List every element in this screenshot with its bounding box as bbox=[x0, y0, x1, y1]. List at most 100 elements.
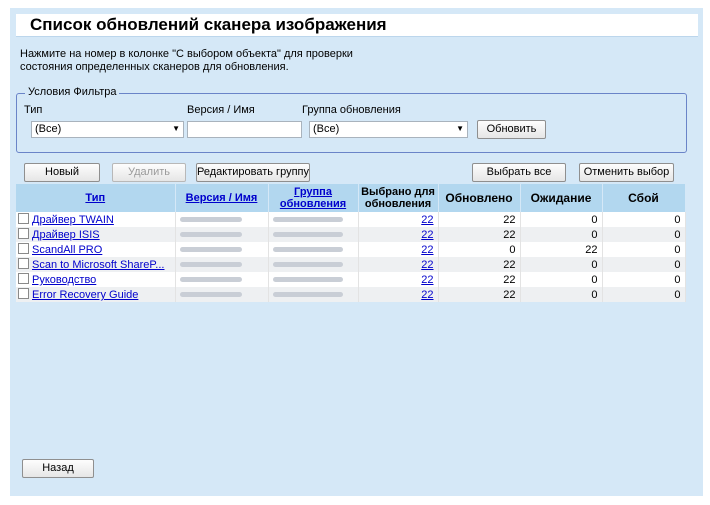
table-row: Scan to Microsoft ShareP... 22 22 0 0 bbox=[16, 257, 686, 272]
updated-cell: 0 bbox=[438, 242, 521, 257]
table-row: ScandAll PRO 22 0 22 0 bbox=[16, 242, 686, 257]
row-checkbox[interactable] bbox=[18, 243, 29, 254]
row-checkbox[interactable] bbox=[18, 273, 29, 284]
filter-group-label: Группа обновления bbox=[302, 104, 401, 116]
type-select[interactable]: (Все) ▼ bbox=[31, 121, 184, 138]
table-row: Error Recovery Guide 22 22 0 0 bbox=[16, 287, 686, 302]
redacted-text bbox=[179, 292, 242, 298]
redacted-text bbox=[179, 277, 242, 283]
redacted-text bbox=[272, 277, 343, 283]
group-cell-redacted bbox=[268, 257, 359, 272]
column-header-type[interactable]: Тип bbox=[16, 184, 176, 212]
table-row: Драйвер ISIS 22 22 0 0 bbox=[16, 227, 686, 242]
row-checkbox[interactable] bbox=[18, 213, 29, 224]
selected-count-link[interactable]: 22 bbox=[421, 229, 433, 241]
group-select-value: (Все) bbox=[313, 123, 340, 135]
group-cell-redacted bbox=[268, 242, 359, 257]
updated-cell: 22 bbox=[438, 212, 521, 227]
type-link[interactable]: Error Recovery Guide bbox=[32, 289, 138, 301]
table-row: Драйвер TWAIN 22 22 0 0 bbox=[16, 212, 686, 227]
filter-conditions-box: Условия Фильтра Тип Версия / Имя Группа … bbox=[16, 86, 687, 153]
chevron-down-icon: ▼ bbox=[172, 124, 180, 133]
title-bar: Список обновлений сканера изображения bbox=[16, 14, 698, 37]
version-cell-redacted bbox=[175, 227, 269, 242]
redacted-text bbox=[179, 262, 242, 268]
updated-cell: 22 bbox=[438, 272, 521, 287]
type-cell: ScandAll PRO bbox=[16, 242, 176, 257]
deselect-button[interactable]: Отменить выбор bbox=[579, 163, 674, 182]
selected-count-link[interactable]: 22 bbox=[421, 214, 433, 226]
redacted-text bbox=[272, 232, 343, 238]
updates-table: Тип Версия / Имя Группа обновления Выбра… bbox=[16, 184, 686, 302]
select-all-button[interactable]: Выбрать все bbox=[472, 163, 566, 182]
table-row: Руководство 22 22 0 0 bbox=[16, 272, 686, 287]
row-checkbox[interactable] bbox=[18, 288, 29, 299]
column-header-selected: Выбрано для обновления bbox=[358, 184, 439, 212]
redacted-text bbox=[179, 247, 242, 253]
waiting-cell: 0 bbox=[520, 287, 603, 302]
type-select-value: (Все) bbox=[35, 123, 62, 135]
edit-group-button[interactable]: Редактировать группу bbox=[196, 163, 310, 182]
description-line-1: Нажмите на номер в колонке "С выбором об… bbox=[20, 48, 353, 60]
selected-cell: 22 bbox=[358, 287, 439, 302]
column-header-version[interactable]: Версия / Имя bbox=[175, 184, 269, 212]
version-cell-redacted bbox=[175, 242, 269, 257]
new-button[interactable]: Новый bbox=[24, 163, 100, 182]
selected-cell: 22 bbox=[358, 242, 439, 257]
filter-type-label: Тип bbox=[24, 104, 43, 116]
type-cell: Руководство bbox=[16, 272, 176, 287]
refresh-button[interactable]: Обновить bbox=[477, 120, 546, 139]
description-line-2: состояния определенных сканеров для обно… bbox=[20, 61, 289, 73]
type-link[interactable]: Драйвер ISIS bbox=[32, 229, 100, 241]
main-panel: Список обновлений сканера изображения На… bbox=[10, 8, 703, 496]
column-header-updated: Обновлено bbox=[438, 184, 521, 212]
group-cell-redacted bbox=[268, 227, 359, 242]
version-input[interactable] bbox=[187, 121, 302, 138]
type-link[interactable]: Драйвер TWAIN bbox=[32, 214, 114, 226]
failed-cell: 0 bbox=[602, 212, 686, 227]
page-title: Список обновлений сканера изображения bbox=[30, 15, 387, 34]
redacted-text bbox=[179, 217, 242, 223]
updated-cell: 22 bbox=[438, 287, 521, 302]
back-button[interactable]: Назад bbox=[22, 459, 94, 478]
selected-cell: 22 bbox=[358, 272, 439, 287]
filter-legend: Условия Фильтра bbox=[25, 86, 120, 98]
failed-cell: 0 bbox=[602, 227, 686, 242]
type-link[interactable]: ScandAll PRO bbox=[32, 244, 102, 256]
selected-cell: 22 bbox=[358, 257, 439, 272]
group-select[interactable]: (Все) ▼ bbox=[309, 121, 468, 138]
failed-cell: 0 bbox=[602, 287, 686, 302]
filter-version-label: Версия / Имя bbox=[187, 104, 255, 116]
failed-cell: 0 bbox=[602, 272, 686, 287]
failed-cell: 0 bbox=[602, 257, 686, 272]
type-cell: Драйвер TWAIN bbox=[16, 212, 176, 227]
redacted-text bbox=[272, 262, 343, 268]
group-cell-redacted bbox=[268, 287, 359, 302]
type-link[interactable]: Scan to Microsoft ShareP... bbox=[32, 259, 164, 271]
delete-button[interactable]: Удалить bbox=[112, 163, 186, 182]
row-checkbox[interactable] bbox=[18, 258, 29, 269]
type-cell: Scan to Microsoft ShareP... bbox=[16, 257, 176, 272]
selected-count-link[interactable]: 22 bbox=[421, 274, 433, 286]
selected-count-link[interactable]: 22 bbox=[421, 289, 433, 301]
version-cell-redacted bbox=[175, 257, 269, 272]
column-header-failed: Сбой bbox=[602, 184, 686, 212]
waiting-cell: 22 bbox=[520, 242, 603, 257]
waiting-cell: 0 bbox=[520, 257, 603, 272]
row-checkbox[interactable] bbox=[18, 228, 29, 239]
column-header-group[interactable]: Группа обновления bbox=[268, 184, 359, 212]
selected-cell: 22 bbox=[358, 212, 439, 227]
updated-cell: 22 bbox=[438, 227, 521, 242]
type-cell: Драйвер ISIS bbox=[16, 227, 176, 242]
selected-count-link[interactable]: 22 bbox=[421, 244, 433, 256]
group-cell-redacted bbox=[268, 212, 359, 227]
selected-count-link[interactable]: 22 bbox=[421, 259, 433, 271]
table-header-row: Тип Версия / Имя Группа обновления Выбра… bbox=[16, 184, 686, 212]
version-cell-redacted bbox=[175, 212, 269, 227]
type-link[interactable]: Руководство bbox=[32, 274, 96, 286]
waiting-cell: 0 bbox=[520, 272, 603, 287]
column-header-waiting: Ожидание bbox=[520, 184, 603, 212]
failed-cell: 0 bbox=[602, 242, 686, 257]
waiting-cell: 0 bbox=[520, 227, 603, 242]
waiting-cell: 0 bbox=[520, 212, 603, 227]
